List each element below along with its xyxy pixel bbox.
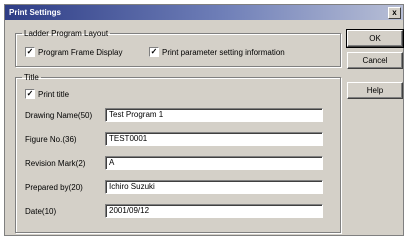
- cancel-button[interactable]: Cancel: [347, 52, 403, 69]
- prepared-by-label: Prepared by(20): [25, 183, 83, 192]
- figure-no-input[interactable]: TEST0001: [105, 132, 323, 146]
- dialog-title-text: Print Settings: [9, 8, 62, 17]
- ok-button[interactable]: OK: [346, 29, 404, 48]
- prepared-by-input[interactable]: Ichiro Suzuki: [105, 180, 323, 194]
- date-input[interactable]: 2001/09/12: [105, 204, 323, 218]
- title-legend: Title: [24, 73, 39, 82]
- print-title-label: Print title: [38, 89, 70, 99]
- date-label: Date(10): [25, 207, 57, 216]
- help-button[interactable]: Help: [347, 82, 403, 99]
- revision-mark-label: Revision Mark(2): [25, 159, 86, 168]
- figure-no-label: Figure No.(36): [25, 135, 77, 144]
- print-params-label: Print parameter setting information: [162, 47, 285, 57]
- print-title-checkbox[interactable]: ✓: [25, 89, 35, 99]
- print-settings-dialog: Print Settings x Ladder Program Layout ✓…: [4, 4, 404, 236]
- print-params-checkbox[interactable]: ✓: [149, 47, 159, 57]
- drawing-name-label: Drawing Name(50): [25, 111, 93, 120]
- dialog-title: Print Settings x: [5, 5, 403, 20]
- program-frame-checkbox-row[interactable]: ✓ Program Frame Display: [25, 47, 122, 57]
- program-frame-label: Program Frame Display: [38, 47, 123, 57]
- revision-mark-input[interactable]: A: [105, 156, 323, 170]
- print-title-checkbox-row[interactable]: ✓ Print title: [25, 89, 69, 99]
- program-frame-checkbox[interactable]: ✓: [25, 47, 35, 57]
- print-params-checkbox-row[interactable]: ✓ Print parameter setting information: [149, 47, 285, 57]
- ladder-layout-legend: Ladder Program Layout: [24, 29, 109, 38]
- close-button[interactable]: x: [388, 7, 401, 19]
- drawing-name-input[interactable]: Test Program 1: [105, 108, 323, 122]
